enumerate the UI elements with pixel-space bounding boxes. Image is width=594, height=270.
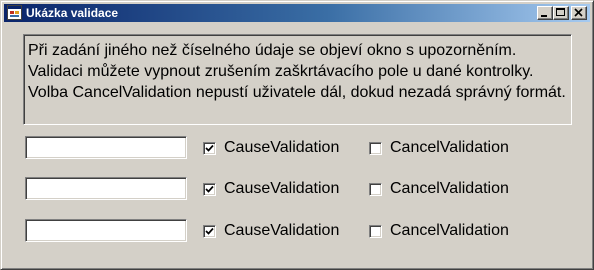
checkbox-box[interactable] xyxy=(369,141,382,155)
cancel-validation-checkbox-1[interactable]: CancelValidation xyxy=(369,138,509,158)
window-title: Ukázka validace xyxy=(26,6,119,20)
cause-validation-label: CauseValidation xyxy=(224,139,340,156)
minimize-button[interactable] xyxy=(537,6,553,20)
info-label: Při zadání jiného než číselného údaje se… xyxy=(23,34,572,125)
cause-validation-label: CauseValidation xyxy=(224,222,340,239)
checkbox-box[interactable] xyxy=(369,224,382,238)
number-textbox-3[interactable] xyxy=(25,219,187,242)
checkmark-icon xyxy=(205,144,214,152)
cancel-validation-label: CancelValidation xyxy=(390,180,509,197)
cause-validation-checkbox-3[interactable]: CauseValidation xyxy=(203,221,339,241)
cause-validation-label: CauseValidation xyxy=(224,180,340,197)
close-icon xyxy=(574,8,583,17)
window-form-icon[interactable] xyxy=(7,5,22,20)
cancel-validation-label: CancelValidation xyxy=(390,222,509,239)
checkbox-box[interactable] xyxy=(203,182,216,196)
cancel-validation-checkbox-3[interactable]: CancelValidation xyxy=(369,221,509,241)
maximize-button[interactable] xyxy=(553,6,569,20)
checkmark-icon xyxy=(205,185,214,193)
close-button[interactable] xyxy=(571,6,587,20)
cause-validation-checkbox-1[interactable]: CauseValidation xyxy=(203,138,339,158)
minimize-icon xyxy=(541,15,547,17)
checkmark-icon xyxy=(205,227,214,235)
cancel-validation-label: CancelValidation xyxy=(390,139,509,156)
checkbox-box[interactable] xyxy=(203,141,216,155)
checkbox-box[interactable] xyxy=(203,224,216,238)
app-window: Ukázka validace Při zadání jiného než čí… xyxy=(0,0,594,270)
number-textbox-2[interactable] xyxy=(25,177,187,200)
checkbox-box[interactable] xyxy=(369,182,382,196)
cancel-validation-checkbox-2[interactable]: CancelValidation xyxy=(369,179,509,199)
cause-validation-checkbox-2[interactable]: CauseValidation xyxy=(203,179,339,199)
title-bar[interactable]: Ukázka validace xyxy=(4,4,590,22)
number-textbox-1[interactable] xyxy=(25,136,187,159)
maximize-icon xyxy=(556,8,565,16)
